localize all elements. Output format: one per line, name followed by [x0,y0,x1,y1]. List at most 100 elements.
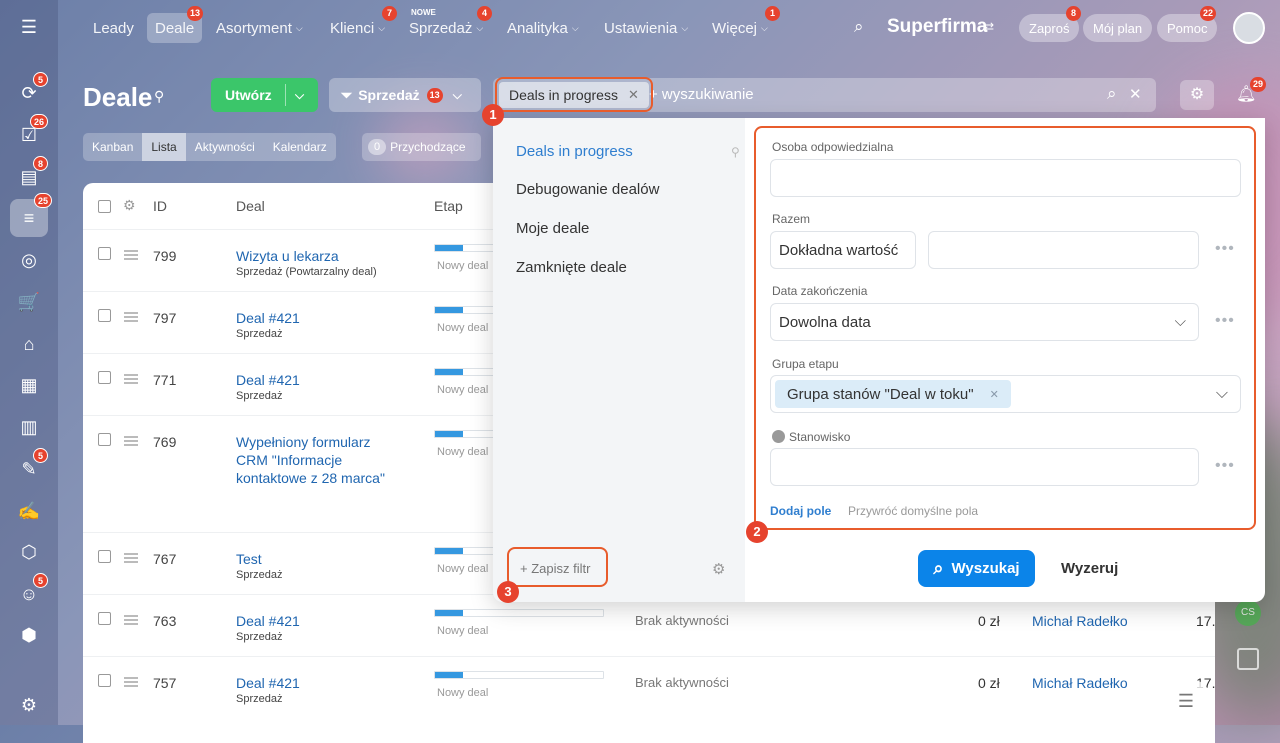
view-activities[interactable]: Aktywności [186,133,264,161]
rail-bot-icon[interactable]: ☺ 5 [14,573,48,609]
rail-target-icon[interactable]: ◎ [14,245,44,275]
preset-item[interactable]: Debugowanie dealów [516,181,659,198]
rail-box-icon[interactable]: ⬢ [14,620,44,650]
drag-icon[interactable] [124,436,138,446]
drag-icon[interactable] [124,553,138,563]
incoming-filter[interactable]: 0 Przychodzące [362,133,481,161]
gear-icon[interactable]: ⚙ [712,560,725,578]
preset-item[interactable]: Zamknięte deale [516,259,627,276]
row-checkbox[interactable] [98,433,111,446]
search-icon[interactable]: ⌕ [1107,84,1117,104]
search-icon: ⌕ [933,558,944,578]
preset-item[interactable]: Deals in progress [516,143,633,160]
select-all-checkbox[interactable] [98,200,111,213]
drag-icon[interactable] [124,615,138,625]
row-person[interactable]: Michał Radełko [1032,675,1128,691]
drag-icon[interactable] [124,374,138,384]
create-button[interactable]: Utwórz ⌵ [211,78,318,112]
row-title[interactable]: Deal #421 [236,674,406,692]
switch-icon[interactable]: ⇄ [984,20,994,34]
stage-bar[interactable] [434,671,604,679]
side-avatar[interactable]: CS [1235,600,1261,626]
rail-settings-icon[interactable]: ⚙ [14,690,44,720]
nav-analytics[interactable]: Analityka ⌵ [507,0,579,56]
view-list[interactable]: Lista [142,133,186,161]
plan-button[interactable]: Mój plan [1083,14,1153,42]
nav-settings[interactable]: Ustawienia ⌵ [604,0,688,56]
marker-3: 3 [497,581,519,603]
pin-icon[interactable]: ⚲ [731,145,740,159]
rail-store-icon[interactable]: ⌂ [14,329,44,359]
rail-docs-icon[interactable]: ✎ 5 [14,448,48,484]
rail-calendar-icon[interactable]: ▦ [14,370,44,400]
nav-clients[interactable]: Klienci ⌵ [330,0,385,56]
row-checkbox[interactable] [98,612,111,625]
table-row[interactable]: 757 Deal #421 Sprzedaż Nowy deal Brak ak… [83,656,1215,718]
chevron-down-icon: ⌵ [761,22,768,33]
row-title[interactable]: Deal #421 [236,309,406,327]
row-checkbox[interactable] [98,371,111,384]
row-id: 757 [153,675,177,691]
menu-icon[interactable]: ☰ [14,12,44,42]
marker-1: 1 [482,104,504,126]
row-title[interactable]: Test [236,550,406,568]
gear-icon[interactable]: ⚙ [123,197,136,214]
company-name[interactable]: Superfirma [887,16,987,38]
left-rail: ☰ ⟳ 5 ☑ 26 ▤ 8 ≡ 25 ◎ 🛒 ⌂ ▦ ▥ ✎ 5 ✍ ⬡ ☺ 5 ⬢ ⚙ [0,0,58,725]
header-id[interactable]: ID [153,183,167,229]
view-switch: Kanban Lista Aktywności Kalendarz [83,133,336,161]
row-title[interactable]: Deal #421 [236,371,406,389]
rail-badge: 5 [33,72,48,87]
pipeline-badge: 13 [426,87,443,103]
chevron-down-icon: ⌵ [452,87,462,102]
row-person[interactable]: Michał Radełko [1032,613,1128,629]
avatar[interactable] [1233,12,1265,44]
drag-icon[interactable] [124,312,138,322]
search-icon[interactable]: ⌕ [854,17,864,37]
rail-sign-icon[interactable]: ✍ [14,496,44,526]
drag-icon[interactable] [124,250,138,260]
reset-button[interactable]: Wyzeruj [1061,560,1118,577]
pin-icon[interactable]: ⚲ [154,88,164,105]
preset-list: Deals in progress ⚲ Debugowanie dealów M… [493,118,745,602]
search-input[interactable]: + wyszukiwanie [649,86,754,103]
highlight-frame [495,77,653,112]
help-label: Pomoc [1167,20,1208,36]
rail-hex-icon[interactable]: ⬡ [14,537,44,567]
search-button[interactable]: ⌕ Wyszukaj [918,550,1035,587]
row-sub: Sprzedaż [236,328,283,340]
row-title[interactable]: Deal #421 [236,612,406,630]
gear-icon[interactable]: ⚙ [1180,80,1214,110]
side-task-icon[interactable] [1237,648,1259,670]
table-row[interactable]: 763 Deal #421 Sprzedaż Nowy deal Brak ak… [83,594,1215,656]
pipeline-button[interactable]: ⏷ Sprzedaż 13 ⌵ [329,78,481,112]
row-checkbox[interactable] [98,309,111,322]
row-checkbox[interactable] [98,247,111,260]
view-calendar[interactable]: Kalendarz [264,133,336,161]
rail-chat-icon[interactable]: ▤ 8 [14,156,48,192]
row-checkbox[interactable] [98,550,111,563]
drag-icon[interactable] [124,677,138,687]
nav-leads[interactable]: Leady [93,0,134,56]
clear-icon[interactable]: ✕ [1129,85,1142,103]
nav-assortment[interactable]: Asortyment ⌵ [216,0,303,56]
rail-crm-icon[interactable]: ≡ 25 [10,193,52,237]
nav-more[interactable]: Więcej ⌵ [712,0,768,56]
row-checkbox[interactable] [98,674,111,687]
rail-badge: 8 [33,156,48,171]
list-menu-icon[interactable]: ☰ [1160,678,1212,724]
header-stage[interactable]: Etap [434,183,463,229]
rail-activity-icon[interactable]: ⟳ 5 [14,72,48,108]
rail-cart-icon[interactable]: 🛒 [14,287,44,317]
stage-bar[interactable] [434,609,604,617]
preset-item[interactable]: Moje deale [516,220,589,237]
row-title[interactable]: Wizyta u lekarza [236,247,406,265]
rail-tasks-icon[interactable]: ☑ 26 [14,114,48,150]
row-title[interactable]: Wypełniony formularz CRM "Informacje kon… [236,433,396,487]
view-kanban[interactable]: Kanban [83,133,142,161]
rail-badge: 5 [33,573,48,588]
header-deal[interactable]: Deal [236,183,265,229]
chevron-down-icon[interactable]: ⌵ [295,88,304,103]
chevron-down-icon: ⌵ [681,22,689,33]
rail-analytics-icon[interactable]: ▥ [14,412,44,442]
